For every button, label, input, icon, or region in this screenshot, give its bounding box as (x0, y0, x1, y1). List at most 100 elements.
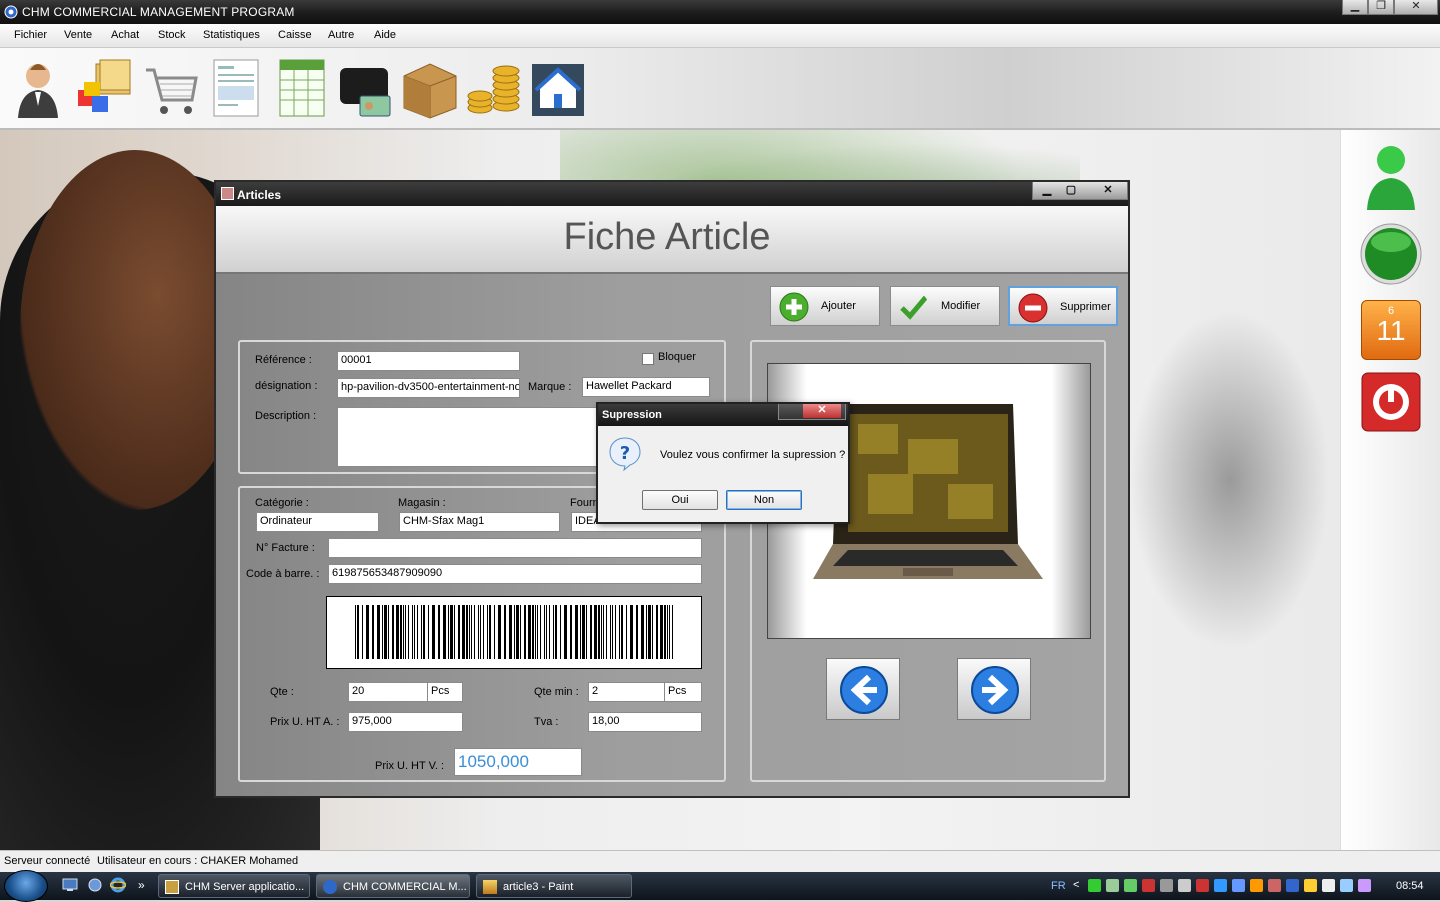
menu-autre[interactable]: Autre (328, 29, 354, 41)
reference-input[interactable]: 00001 (337, 351, 520, 371)
invoice-document-icon[interactable] (206, 56, 266, 120)
tray-icon[interactable] (1304, 879, 1317, 892)
menu-bar: Fichier Vente Achat Stock Statistiques C… (0, 24, 1440, 48)
shopping-cart-icon[interactable] (140, 56, 200, 120)
next-button[interactable] (957, 658, 1031, 720)
articles-close-button[interactable]: ✕ (1091, 183, 1125, 196)
online-user-icon[interactable] (1361, 140, 1421, 212)
language-indicator[interactable]: FR (1051, 880, 1066, 892)
edit-button[interactable]: Modifier (890, 286, 1000, 326)
tray-expand-icon[interactable]: < (1073, 879, 1079, 891)
qte-label: Qte : (270, 686, 294, 698)
tray-icon[interactable] (1160, 879, 1173, 892)
show-desktop-icon[interactable] (62, 878, 78, 892)
marque-label: Marque : (528, 381, 572, 393)
dialog-close-button[interactable]: ✕ (803, 404, 841, 418)
checkmark-icon (900, 295, 928, 320)
tray-icon[interactable] (1286, 879, 1299, 892)
tray-icon[interactable] (1178, 879, 1191, 892)
paint-app-icon (483, 880, 497, 894)
status-bar: Serveur connecté Utilisateur en cours : … (0, 850, 1440, 872)
tray-icon[interactable] (1106, 879, 1119, 892)
minimize-button[interactable]: ▁ (1342, 0, 1368, 15)
task-paint[interactable]: article3 - Paint (476, 874, 632, 898)
edit-button-label: Modifier (941, 300, 981, 312)
magasin-input[interactable]: CHM-Sfax Mag1 (399, 512, 560, 532)
task-label: CHM Server applicatio... (185, 881, 305, 893)
chm-app-icon (323, 880, 337, 894)
articles-maximize-button[interactable]: ▢ (1059, 183, 1083, 196)
spreadsheet-icon[interactable] (272, 56, 332, 120)
svg-text:?: ? (620, 443, 630, 464)
barcode-bars (355, 605, 673, 659)
categorie-input[interactable]: Ordinateur (256, 512, 379, 532)
barcode-label: Code à barre. : (246, 568, 320, 580)
tray-icon[interactable] (1124, 879, 1137, 892)
qte-input[interactable]: 20 (348, 682, 428, 702)
menu-achat[interactable]: Achat (111, 29, 139, 41)
tray-icon[interactable] (1250, 879, 1263, 892)
barcode-input[interactable]: 619875653487909090 (328, 564, 702, 584)
qte-min-label: Qte min : (534, 686, 579, 698)
no-button[interactable]: Non (726, 490, 802, 510)
calendar-day: 11 (1376, 315, 1406, 346)
task-label: article3 - Paint (503, 881, 574, 893)
facture-input[interactable] (328, 538, 702, 558)
task-chm-server[interactable]: CHM Server applicatio... (158, 874, 310, 898)
marque-input[interactable]: Hawellet Packard (582, 377, 710, 397)
menu-statistiques[interactable]: Statistiques (203, 29, 260, 41)
previous-button[interactable] (826, 658, 900, 720)
add-button[interactable]: Ajouter (770, 286, 880, 326)
question-icon: ? (609, 437, 641, 472)
start-button[interactable] (4, 870, 48, 902)
tva-label: Tva : (534, 716, 559, 728)
cardboard-box-icon[interactable] (400, 56, 460, 120)
menu-fichier[interactable]: Fichier (14, 29, 47, 41)
internet-explorer-icon[interactable] (110, 877, 126, 893)
tva-input[interactable]: 18,00 (588, 712, 702, 732)
tray-icon[interactable] (1322, 879, 1335, 892)
qte-min-input[interactable]: 2 (588, 682, 665, 702)
delete-button-label: Supprimer (1060, 301, 1111, 313)
qte-min-unit: Pcs (664, 682, 702, 702)
tray-icon[interactable] (1088, 879, 1101, 892)
prix-ha-input[interactable]: 975,000 (348, 712, 463, 732)
user-icon[interactable] (8, 56, 68, 120)
prix-hv-input[interactable]: 1050,000 (454, 748, 582, 776)
power-off-icon[interactable] (1361, 372, 1421, 432)
close-button[interactable]: ✕ (1394, 0, 1438, 15)
gold-coins-icon[interactable] (464, 56, 524, 120)
tray-icon[interactable] (1358, 879, 1371, 892)
quicklaunch-overflow-icon[interactable]: » (138, 878, 145, 892)
menu-vente[interactable]: Vente (64, 29, 92, 41)
task-chm-commercial[interactable]: CHM COMMERCIAL M... (316, 874, 470, 898)
restore-button[interactable]: ❐ (1368, 0, 1394, 15)
tray-icon[interactable] (1196, 879, 1209, 892)
tray-icon[interactable] (1142, 879, 1155, 892)
tray-icon[interactable] (1232, 879, 1245, 892)
menu-caisse[interactable]: Caisse (278, 29, 312, 41)
menu-stock[interactable]: Stock (158, 29, 186, 41)
wallet-icon[interactable] (336, 56, 396, 120)
designation-input[interactable]: hp-pavilion-dv3500-entertainment-noteboo… (337, 378, 520, 398)
add-button-label: Ajouter (821, 300, 856, 312)
articles-titlebar: Articles ▁ ▢ ✕ (216, 182, 1128, 206)
articles-minimize-button[interactable]: ▁ (1035, 183, 1059, 196)
bloquer-checkbox[interactable] (642, 353, 654, 365)
delete-button[interactable]: Supprimer (1008, 286, 1118, 326)
globe-icon[interactable] (88, 878, 102, 892)
details-group: Catégorie : Ordinateur Magasin : CHM-Sfa… (238, 486, 726, 782)
tray-icon[interactable] (1214, 879, 1227, 892)
menu-aide[interactable]: Aide (374, 29, 396, 41)
qte-unit: Pcs (427, 682, 463, 702)
status-green-icon[interactable] (1359, 222, 1423, 286)
tray-icon[interactable] (1268, 879, 1281, 892)
dialog-close-area: ✕ (778, 404, 846, 420)
home-icon[interactable] (528, 56, 588, 120)
app-titlebar: CHM COMMERCIAL MANAGEMENT PROGRAM ▁ ❐ ✕ (0, 0, 1440, 24)
boxes-folders-icon[interactable] (74, 56, 134, 120)
plus-circle-icon (779, 292, 809, 322)
tray-icon[interactable] (1340, 879, 1353, 892)
yes-button[interactable]: Oui (642, 490, 718, 510)
calendar-widget[interactable]: 6 11 (1361, 300, 1421, 360)
